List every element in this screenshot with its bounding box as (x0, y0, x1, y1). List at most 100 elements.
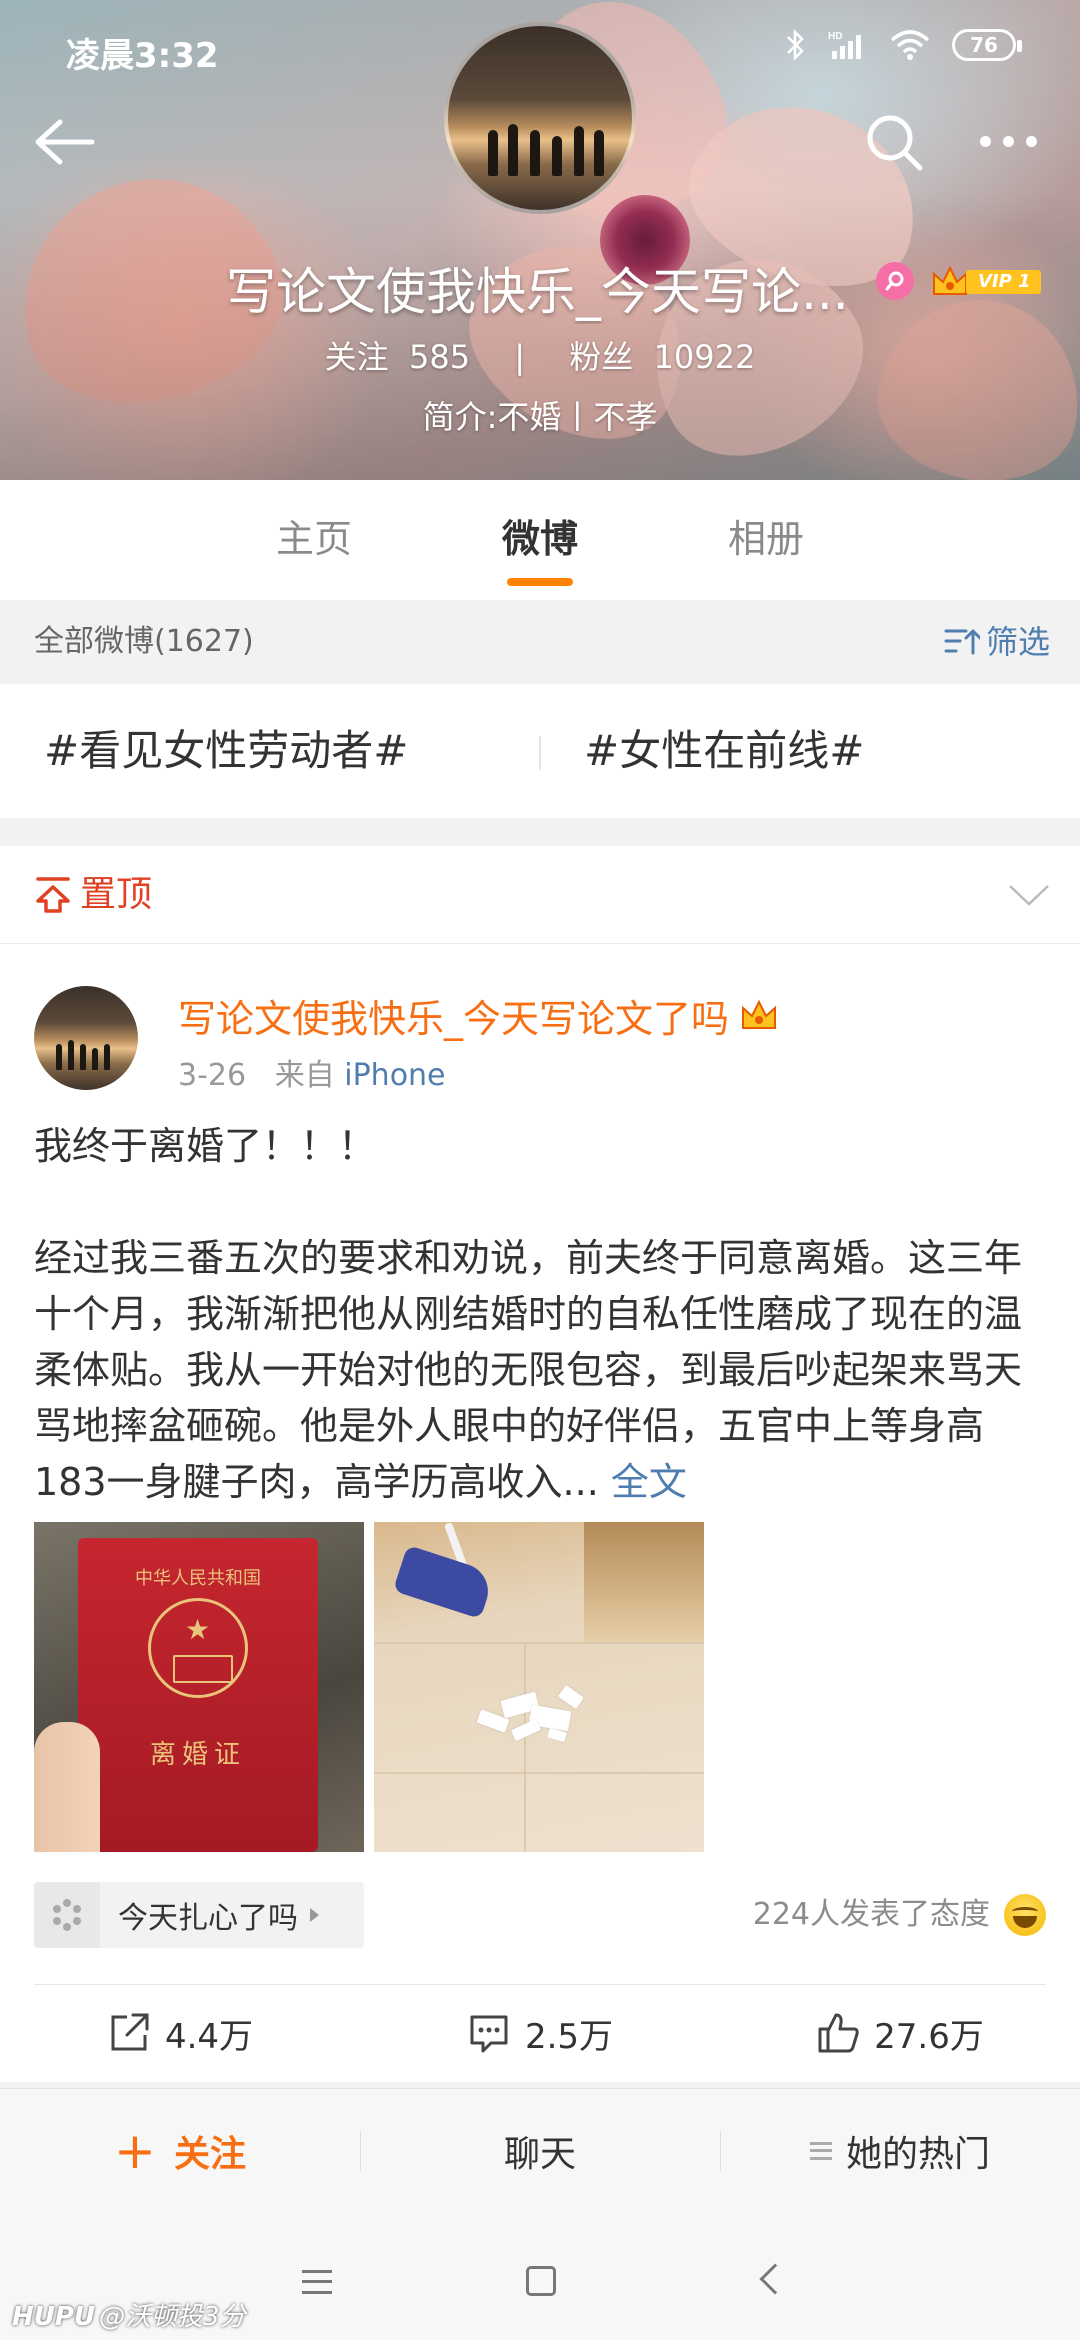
hd-signal-icon: HD (828, 31, 861, 59)
pin-top-icon (36, 877, 70, 913)
certificate-title: 中华人民共和国 (135, 1568, 261, 1589)
pinned-label-group: 置顶 (34, 846, 152, 944)
post-text-headline: 我终于离婚了！！！ (34, 1124, 377, 1168)
attitude-row: 今天扎心了吗 224人发表了态度 (34, 1882, 1046, 1948)
chevron-right-icon (310, 1908, 319, 1922)
repost-icon (111, 2013, 149, 2051)
post-source-prefix: 来自 (274, 1058, 335, 1093)
bluetooth-icon (787, 28, 804, 62)
more-options-button[interactable] (980, 126, 1052, 156)
post-image[interactable]: 中华人民共和国 离婚证 (34, 1522, 364, 1852)
hot-posts-button[interactable]: 她的热门 (720, 2089, 1080, 2212)
comment-count: 2.5万 (524, 2016, 614, 2057)
topic-divider (539, 736, 541, 770)
tab-album[interactable]: 相册 (653, 480, 879, 600)
all-posts-label: 全部微博(1627) (34, 624, 254, 659)
menu-icon (809, 2141, 832, 2160)
svg-text:HD: HD (828, 31, 842, 42)
plus-icon: + (114, 2121, 156, 2180)
national-emblem-icon (148, 1598, 248, 1698)
filter-icon (944, 629, 980, 655)
vip-badge[interactable]: VIP 1 (930, 262, 1041, 302)
post-author-name[interactable]: 写论文使我快乐_今天写论文了吗 (178, 988, 729, 1043)
crown-icon (933, 265, 967, 295)
filter-label: 筛选 (985, 623, 1050, 661)
thumbs-up-icon (818, 2013, 859, 2053)
following-label: 关注 (324, 338, 389, 376)
topic-chip[interactable]: 今天扎心了吗 (34, 1882, 364, 1948)
post-filter-row: 全部微博(1627) 筛选 (0, 600, 1080, 684)
hot-posts-label: 她的热门 (845, 2133, 990, 2175)
profile-avatar[interactable] (444, 22, 636, 214)
following-link[interactable]: 关注 585 (325, 338, 470, 376)
search-badge-icon[interactable] (876, 262, 914, 300)
chat-label: 聊天 (503, 2133, 576, 2175)
divorce-certificate-image: 中华人民共和国 离婚证 (78, 1538, 318, 1852)
like-button[interactable]: 27.6万 (720, 1984, 1080, 2082)
vip-level: VIP 1 (966, 270, 1041, 294)
post-author-group: 写论文使我快乐_今天写论文了吗 (178, 988, 779, 1043)
followers-label: 粉丝 (569, 338, 634, 376)
post-text-body: 经过我三番五次的要求和劝说，前夫终于同意离婚。这三年十个月，我渐渐把他从刚结婚时… (34, 1236, 1023, 1504)
read-full-link[interactable]: 全文 (611, 1460, 687, 1504)
post-date: 3-26 (178, 1058, 247, 1093)
post-author-avatar[interactable] (34, 986, 138, 1090)
topic-bar: #看见女性劳动者# #女性在前线# (0, 684, 1080, 818)
more-dot-icon (980, 135, 991, 147)
certificate-name: 离婚证 (149, 1740, 246, 1770)
profile-tabs: 主页 微博 相册 (0, 480, 1080, 600)
following-count: 585 (409, 338, 471, 376)
status-icons: HD 76 (784, 28, 1022, 62)
followers-count: 10922 (653, 338, 756, 376)
chat-button[interactable]: 聊天 (360, 2089, 720, 2212)
post-text[interactable]: 我终于离婚了！！！ 经过我三番五次的要求和劝说，前夫终于同意离婚。这三年十个月，… (34, 1118, 1046, 1510)
more-dot-icon (1026, 135, 1037, 147)
like-count: 27.6万 (874, 2016, 984, 2057)
comment-button[interactable]: 2.5万 (360, 1984, 720, 2082)
crown-icon (742, 999, 777, 1029)
post-source[interactable]: iPhone (344, 1058, 445, 1093)
wifi-icon (890, 30, 930, 60)
back-arrow-icon (35, 119, 95, 165)
follow-button[interactable]: + 关注 (0, 2089, 360, 2212)
post-actions: 4.4万 2.5万 27.6万 (0, 1984, 1080, 2082)
laughing-emoji-icon[interactable] (1004, 1894, 1046, 1936)
more-dot-icon (1003, 135, 1014, 147)
post-card[interactable]: 写论文使我快乐_今天写论文了吗 3-26 来自 iPhone 我终于离婚了！！！… (0, 944, 1080, 2082)
spinner-icon (34, 1882, 100, 1948)
profile-bottom-bar: + 关注 聊天 她的热门 (0, 2088, 1080, 2212)
filter-button[interactable]: 筛选 (944, 600, 1050, 684)
chevron-down-icon[interactable] (1008, 876, 1050, 912)
home-icon[interactable] (526, 2266, 556, 2296)
stats-divider: | (514, 338, 526, 376)
post-image[interactable] (374, 1522, 704, 1852)
followers-link[interactable]: 粉丝 10922 (569, 338, 755, 376)
watermark: HUPU @沃顿投3分 (12, 2296, 246, 2333)
follow-label: 关注 (173, 2133, 246, 2175)
attitude-count[interactable]: 224人发表了态度 (753, 1882, 990, 1948)
profile-bio: 简介:不婚丨不孝 (422, 398, 658, 436)
topic-link[interactable]: #看见女性劳动者# (44, 684, 408, 818)
status-time: 凌晨3:32 (66, 36, 219, 76)
back-icon[interactable] (759, 2263, 791, 2295)
tab-home[interactable]: 主页 (201, 480, 427, 600)
back-button[interactable] (30, 112, 102, 172)
search-icon (867, 115, 923, 171)
repost-button[interactable]: 4.4万 (0, 1984, 360, 2082)
watermark-user: @沃顿投3分 (99, 2302, 246, 2332)
search-button[interactable] (862, 110, 926, 174)
post-meta: 3-26 来自 iPhone (178, 1050, 446, 1094)
tab-weibo[interactable]: 微博 (427, 480, 653, 600)
topic-chip-label: 今天扎心了吗 (118, 1901, 298, 1936)
battery-icon: 76 (952, 29, 1022, 61)
topic-link[interactable]: #女性在前线# (584, 684, 864, 818)
recent-apps-icon[interactable] (302, 2270, 332, 2294)
profile-page: 凌晨3:32 HD 76 写论文使我快乐_今天写论... VIP 1 关注 58… (0, 0, 1080, 2340)
cabinet-image (584, 1522, 704, 1642)
watermark-brand: HUPU (12, 2302, 96, 2332)
pinned-header: 置顶 (0, 846, 1080, 944)
comment-icon (470, 2015, 508, 2053)
thumb-image (34, 1722, 100, 1852)
follow-stats: 关注 585 | 粉丝 10922 (0, 332, 1080, 378)
broken-shards-image (476, 1684, 588, 1744)
